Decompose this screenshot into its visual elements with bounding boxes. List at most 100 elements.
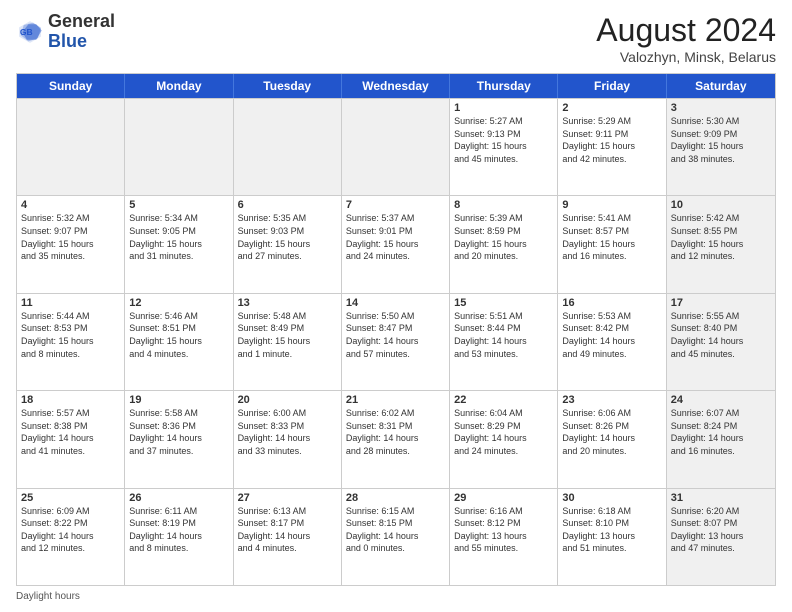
cell-info: Sunrise: 5:35 AM Sunset: 9:03 PM Dayligh… <box>238 212 337 262</box>
cell-info: Sunrise: 5:46 AM Sunset: 8:51 PM Dayligh… <box>129 310 228 360</box>
cal-cell-20: 20Sunrise: 6:00 AM Sunset: 8:33 PM Dayli… <box>234 391 342 487</box>
cal-cell-6: 6Sunrise: 5:35 AM Sunset: 9:03 PM Daylig… <box>234 196 342 292</box>
cell-info: Sunrise: 5:39 AM Sunset: 8:59 PM Dayligh… <box>454 212 553 262</box>
day-number: 12 <box>129 297 228 309</box>
cal-cell-empty <box>234 99 342 195</box>
cell-info: Sunrise: 5:37 AM Sunset: 9:01 PM Dayligh… <box>346 212 445 262</box>
header-day-monday: Monday <box>125 74 233 98</box>
calendar-header: SundayMondayTuesdayWednesdayThursdayFrid… <box>17 74 775 98</box>
cell-info: Sunrise: 5:53 AM Sunset: 8:42 PM Dayligh… <box>562 310 661 360</box>
cal-cell-24: 24Sunrise: 6:07 AM Sunset: 8:24 PM Dayli… <box>667 391 775 487</box>
cal-cell-empty <box>342 99 450 195</box>
cell-info: Sunrise: 5:48 AM Sunset: 8:49 PM Dayligh… <box>238 310 337 360</box>
calendar: SundayMondayTuesdayWednesdayThursdayFrid… <box>16 73 776 586</box>
cal-cell-7: 7Sunrise: 5:37 AM Sunset: 9:01 PM Daylig… <box>342 196 450 292</box>
week-row-1: 1Sunrise: 5:27 AM Sunset: 9:13 PM Daylig… <box>17 98 775 195</box>
cell-info: Sunrise: 5:42 AM Sunset: 8:55 PM Dayligh… <box>671 212 771 262</box>
day-number: 21 <box>346 394 445 406</box>
cal-cell-25: 25Sunrise: 6:09 AM Sunset: 8:22 PM Dayli… <box>17 489 125 585</box>
cell-info: Sunrise: 5:44 AM Sunset: 8:53 PM Dayligh… <box>21 310 120 360</box>
title-block: August 2024 Valozhyn, Minsk, Belarus <box>596 12 776 65</box>
cal-cell-4: 4Sunrise: 5:32 AM Sunset: 9:07 PM Daylig… <box>17 196 125 292</box>
header-day-thursday: Thursday <box>450 74 558 98</box>
cal-cell-2: 2Sunrise: 5:29 AM Sunset: 9:11 PM Daylig… <box>558 99 666 195</box>
cell-info: Sunrise: 6:20 AM Sunset: 8:07 PM Dayligh… <box>671 505 771 555</box>
cell-info: Sunrise: 6:00 AM Sunset: 8:33 PM Dayligh… <box>238 407 337 457</box>
cal-cell-10: 10Sunrise: 5:42 AM Sunset: 8:55 PM Dayli… <box>667 196 775 292</box>
week-row-2: 4Sunrise: 5:32 AM Sunset: 9:07 PM Daylig… <box>17 195 775 292</box>
cal-cell-23: 23Sunrise: 6:06 AM Sunset: 8:26 PM Dayli… <box>558 391 666 487</box>
footer: Daylight hours <box>16 591 776 602</box>
day-number: 30 <box>562 492 661 504</box>
cell-info: Sunrise: 6:04 AM Sunset: 8:29 PM Dayligh… <box>454 407 553 457</box>
header-day-tuesday: Tuesday <box>234 74 342 98</box>
cell-info: Sunrise: 6:15 AM Sunset: 8:15 PM Dayligh… <box>346 505 445 555</box>
cell-info: Sunrise: 5:30 AM Sunset: 9:09 PM Dayligh… <box>671 115 771 165</box>
cal-cell-18: 18Sunrise: 5:57 AM Sunset: 8:38 PM Dayli… <box>17 391 125 487</box>
cell-info: Sunrise: 5:58 AM Sunset: 8:36 PM Dayligh… <box>129 407 228 457</box>
cal-cell-5: 5Sunrise: 5:34 AM Sunset: 9:05 PM Daylig… <box>125 196 233 292</box>
cal-cell-17: 17Sunrise: 5:55 AM Sunset: 8:40 PM Dayli… <box>667 294 775 390</box>
cell-info: Sunrise: 5:29 AM Sunset: 9:11 PM Dayligh… <box>562 115 661 165</box>
cal-cell-empty <box>125 99 233 195</box>
cal-cell-15: 15Sunrise: 5:51 AM Sunset: 8:44 PM Dayli… <box>450 294 558 390</box>
day-number: 5 <box>129 199 228 211</box>
week-row-4: 18Sunrise: 5:57 AM Sunset: 8:38 PM Dayli… <box>17 390 775 487</box>
day-number: 14 <box>346 297 445 309</box>
cal-cell-21: 21Sunrise: 6:02 AM Sunset: 8:31 PM Dayli… <box>342 391 450 487</box>
day-number: 28 <box>346 492 445 504</box>
day-number: 18 <box>21 394 120 406</box>
cell-info: Sunrise: 5:50 AM Sunset: 8:47 PM Dayligh… <box>346 310 445 360</box>
cell-info: Sunrise: 6:18 AM Sunset: 8:10 PM Dayligh… <box>562 505 661 555</box>
day-number: 16 <box>562 297 661 309</box>
day-number: 25 <box>21 492 120 504</box>
cell-info: Sunrise: 6:09 AM Sunset: 8:22 PM Dayligh… <box>21 505 120 555</box>
day-number: 24 <box>671 394 771 406</box>
cal-cell-19: 19Sunrise: 5:58 AM Sunset: 8:36 PM Dayli… <box>125 391 233 487</box>
cal-cell-22: 22Sunrise: 6:04 AM Sunset: 8:29 PM Dayli… <box>450 391 558 487</box>
logo: GB General Blue <box>16 12 115 52</box>
cell-info: Sunrise: 5:51 AM Sunset: 8:44 PM Dayligh… <box>454 310 553 360</box>
footer-text: Daylight hours <box>16 591 80 602</box>
week-row-5: 25Sunrise: 6:09 AM Sunset: 8:22 PM Dayli… <box>17 488 775 585</box>
calendar-body: 1Sunrise: 5:27 AM Sunset: 9:13 PM Daylig… <box>17 98 775 585</box>
cell-info: Sunrise: 5:32 AM Sunset: 9:07 PM Dayligh… <box>21 212 120 262</box>
day-number: 1 <box>454 102 553 114</box>
cell-info: Sunrise: 5:34 AM Sunset: 9:05 PM Dayligh… <box>129 212 228 262</box>
week-row-3: 11Sunrise: 5:44 AM Sunset: 8:53 PM Dayli… <box>17 293 775 390</box>
cal-cell-11: 11Sunrise: 5:44 AM Sunset: 8:53 PM Dayli… <box>17 294 125 390</box>
cell-info: Sunrise: 5:55 AM Sunset: 8:40 PM Dayligh… <box>671 310 771 360</box>
cell-info: Sunrise: 6:11 AM Sunset: 8:19 PM Dayligh… <box>129 505 228 555</box>
cell-info: Sunrise: 5:57 AM Sunset: 8:38 PM Dayligh… <box>21 407 120 457</box>
cal-cell-8: 8Sunrise: 5:39 AM Sunset: 8:59 PM Daylig… <box>450 196 558 292</box>
day-number: 17 <box>671 297 771 309</box>
day-number: 11 <box>21 297 120 309</box>
logo-text: General Blue <box>48 12 115 52</box>
day-number: 15 <box>454 297 553 309</box>
day-number: 3 <box>671 102 771 114</box>
day-number: 2 <box>562 102 661 114</box>
cal-cell-31: 31Sunrise: 6:20 AM Sunset: 8:07 PM Dayli… <box>667 489 775 585</box>
cal-cell-1: 1Sunrise: 5:27 AM Sunset: 9:13 PM Daylig… <box>450 99 558 195</box>
svg-text:GB: GB <box>20 27 33 37</box>
cell-info: Sunrise: 6:13 AM Sunset: 8:17 PM Dayligh… <box>238 505 337 555</box>
cal-cell-empty <box>17 99 125 195</box>
cell-info: Sunrise: 5:41 AM Sunset: 8:57 PM Dayligh… <box>562 212 661 262</box>
day-number: 10 <box>671 199 771 211</box>
cal-cell-12: 12Sunrise: 5:46 AM Sunset: 8:51 PM Dayli… <box>125 294 233 390</box>
day-number: 26 <box>129 492 228 504</box>
cell-info: Sunrise: 5:27 AM Sunset: 9:13 PM Dayligh… <box>454 115 553 165</box>
header-day-wednesday: Wednesday <box>342 74 450 98</box>
day-number: 29 <box>454 492 553 504</box>
header-day-friday: Friday <box>558 74 666 98</box>
cal-cell-30: 30Sunrise: 6:18 AM Sunset: 8:10 PM Dayli… <box>558 489 666 585</box>
day-number: 27 <box>238 492 337 504</box>
page-header: GB General Blue August 2024 Valozhyn, Mi… <box>16 12 776 65</box>
header-day-sunday: Sunday <box>17 74 125 98</box>
day-number: 20 <box>238 394 337 406</box>
location: Valozhyn, Minsk, Belarus <box>596 49 776 65</box>
day-number: 19 <box>129 394 228 406</box>
cal-cell-27: 27Sunrise: 6:13 AM Sunset: 8:17 PM Dayli… <box>234 489 342 585</box>
day-number: 13 <box>238 297 337 309</box>
day-number: 22 <box>454 394 553 406</box>
